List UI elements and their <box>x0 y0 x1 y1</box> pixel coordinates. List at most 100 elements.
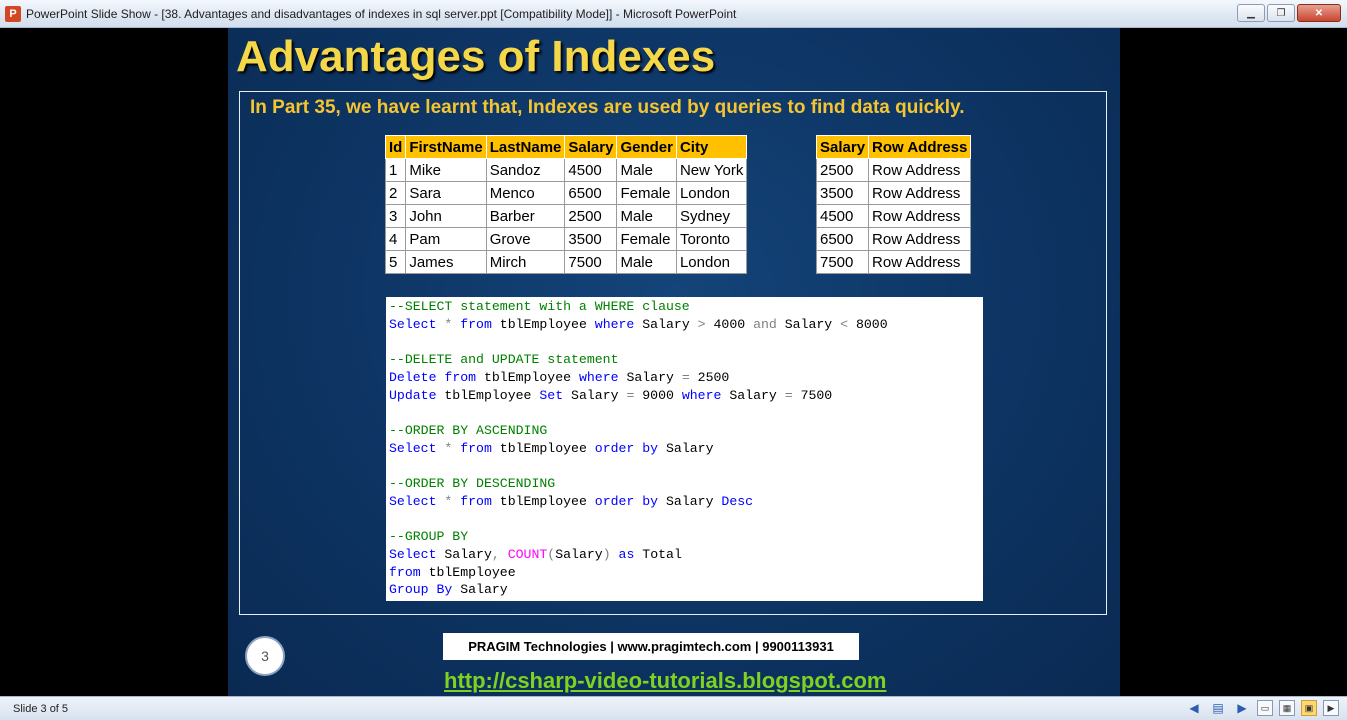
slideshow-nav-controls: ◀ ▤ ▶ ▭ ▦ ▣ ▶ <box>1185 700 1339 716</box>
code-token: = <box>681 369 690 385</box>
employee-column-header: Id <box>384 135 407 159</box>
employee-column-header: LastName <box>485 135 566 159</box>
employee-column-header: Salary <box>564 135 618 159</box>
code-token: * <box>436 316 461 332</box>
code-line: --ORDER BY ASCENDING <box>389 422 983 440</box>
next-slide-icon[interactable]: ▶ <box>1233 700 1251 716</box>
slide-canvas[interactable]: Advantages of Indexes In Part 35, we hav… <box>228 28 1120 696</box>
sql-code-block: --SELECT statement with a WHERE clause Se… <box>386 297 983 601</box>
restore-button[interactable]: ❐ <box>1267 4 1295 22</box>
code-token: from <box>460 316 492 332</box>
footer-blog-link[interactable]: http://csharp-video-tutorials.blogspot.c… <box>444 668 886 694</box>
slide-menu-icon[interactable]: ▤ <box>1209 700 1227 716</box>
index-column-header: Row Address <box>868 135 972 159</box>
code-token: from <box>389 564 421 580</box>
code-token: tblEmployee <box>436 387 540 403</box>
employee-table-cell: 4 <box>384 227 407 251</box>
reading-view-icon[interactable]: ▣ <box>1301 700 1317 716</box>
code-token: as <box>618 546 635 562</box>
code-token: and <box>753 316 777 332</box>
status-bar: Slide 3 of 5 ◀ ▤ ▶ ▭ ▦ ▣ ▶ <box>0 696 1347 720</box>
code-line: --GROUP BY <box>389 528 983 546</box>
code-token: --DELETE and UPDATE statement <box>389 352 619 368</box>
footer-company-info: PRAGIM Technologies | www.pragimtech.com… <box>443 633 859 660</box>
previous-slide-icon[interactable]: ◀ <box>1185 700 1203 716</box>
code-token: Salary <box>436 546 492 562</box>
slide-count: Slide 3 of 5 <box>13 702 69 715</box>
code-token: --GROUP BY <box>389 529 469 545</box>
slide-title: Advantages of Indexes <box>236 32 716 81</box>
code-token: ) <box>602 546 611 562</box>
employee-table: Id FirstName LastName Salary Gender City 1 Mik… <box>384 135 748 274</box>
code-token: Salary <box>634 316 698 332</box>
code-line: Select * from tblEmployee where Salary >… <box>389 316 983 334</box>
employee-column-header: City <box>675 135 748 159</box>
code-line: Select * from tblEmployee order by Salar… <box>389 493 983 511</box>
employee-table-cell: Sydney <box>675 204 748 228</box>
code-line: --DELETE and UPDATE statement <box>389 351 983 369</box>
index-table-cell: 6500 <box>815 227 870 251</box>
code-line: Select Salary, COUNT(Salary) as Total <box>389 546 983 564</box>
index-table-cell: 4500 <box>815 204 870 228</box>
employee-table-cell: 2 <box>384 181 407 205</box>
minimize-button[interactable]: ▁ <box>1237 4 1265 22</box>
close-button[interactable]: ✕ <box>1297 4 1341 22</box>
code-token: tblEmployee <box>491 316 595 332</box>
employee-table-cell: John <box>405 204 487 228</box>
index-table-cell: Row Address <box>868 250 972 274</box>
index-table: Salary Row Address 2500 Row Address 3500 Row… <box>815 135 972 274</box>
index-table-cell: Row Address <box>868 204 972 228</box>
code-token: Set <box>539 387 564 403</box>
slide-sorter-view-icon[interactable]: ▦ <box>1279 700 1295 716</box>
powerpoint-app-icon[interactable]: P <box>5 5 21 22</box>
code-token: Salary <box>658 493 722 509</box>
code-token: < <box>840 316 849 332</box>
employee-table-cell: 6500 <box>564 181 618 205</box>
employee-table-cell: London <box>675 181 748 205</box>
employee-column-header: Gender <box>616 135 677 159</box>
code-token: Salary <box>452 582 508 598</box>
slideshow-view-icon[interactable]: ▶ <box>1323 700 1339 716</box>
code-token: where <box>681 387 722 403</box>
code-line: from tblEmployee <box>389 564 983 582</box>
employee-table-cell: Female <box>616 227 677 251</box>
code-line: Select * from tblEmployee order by Salar… <box>389 440 983 458</box>
employee-table-cell: 1 <box>384 158 407 182</box>
code-line: Group By Salary <box>389 581 983 599</box>
index-table-row: 4500 Row Address <box>815 204 972 228</box>
employee-table-cell: Pam <box>405 227 487 251</box>
employee-column-header: FirstName <box>405 135 487 159</box>
code-token: Total <box>634 546 682 562</box>
code-token: --ORDER BY DESCENDING <box>389 476 556 492</box>
intro-text: In Part 35, we have learnt that, Indexes… <box>250 97 965 118</box>
employee-table-row: 4 Pam Grove 3500 Female Toronto <box>384 227 748 251</box>
code-token: 9000 <box>634 387 682 403</box>
normal-view-icon[interactable]: ▭ <box>1257 700 1273 716</box>
code-line: Update tblEmployee Set Salary = 9000 whe… <box>389 387 983 405</box>
employee-table-cell: Female <box>616 181 677 205</box>
code-token: Salary <box>618 369 682 385</box>
employee-table-cell: Grove <box>485 227 566 251</box>
code-token: , <box>491 546 508 562</box>
index-table-cell: Row Address <box>868 158 972 182</box>
slide-number-badge: 3 <box>245 636 285 676</box>
employee-table-cell: Male <box>616 158 677 182</box>
index-table-row: 7500 Row Address <box>815 250 972 274</box>
code-token: --ORDER BY ASCENDING <box>389 422 548 438</box>
code-token: tblEmployee <box>491 440 595 456</box>
index-table-cell: Row Address <box>868 227 972 251</box>
code-token: from <box>444 369 477 385</box>
code-token: Select <box>389 546 437 562</box>
index-table-cell: 3500 <box>815 181 870 205</box>
index-table-row: 2500 Row Address <box>815 158 972 182</box>
employee-table-row: 2 Sara Menco 6500 Female London <box>384 181 748 205</box>
code-token: Salary <box>658 440 714 456</box>
employee-table-cell: Sandoz <box>485 158 566 182</box>
employee-table-cell: Barber <box>485 204 566 228</box>
employee-table-cell: New York <box>675 158 748 182</box>
code-token: * <box>436 440 461 456</box>
code-token: --SELECT statement with a WHERE clause <box>389 299 690 314</box>
